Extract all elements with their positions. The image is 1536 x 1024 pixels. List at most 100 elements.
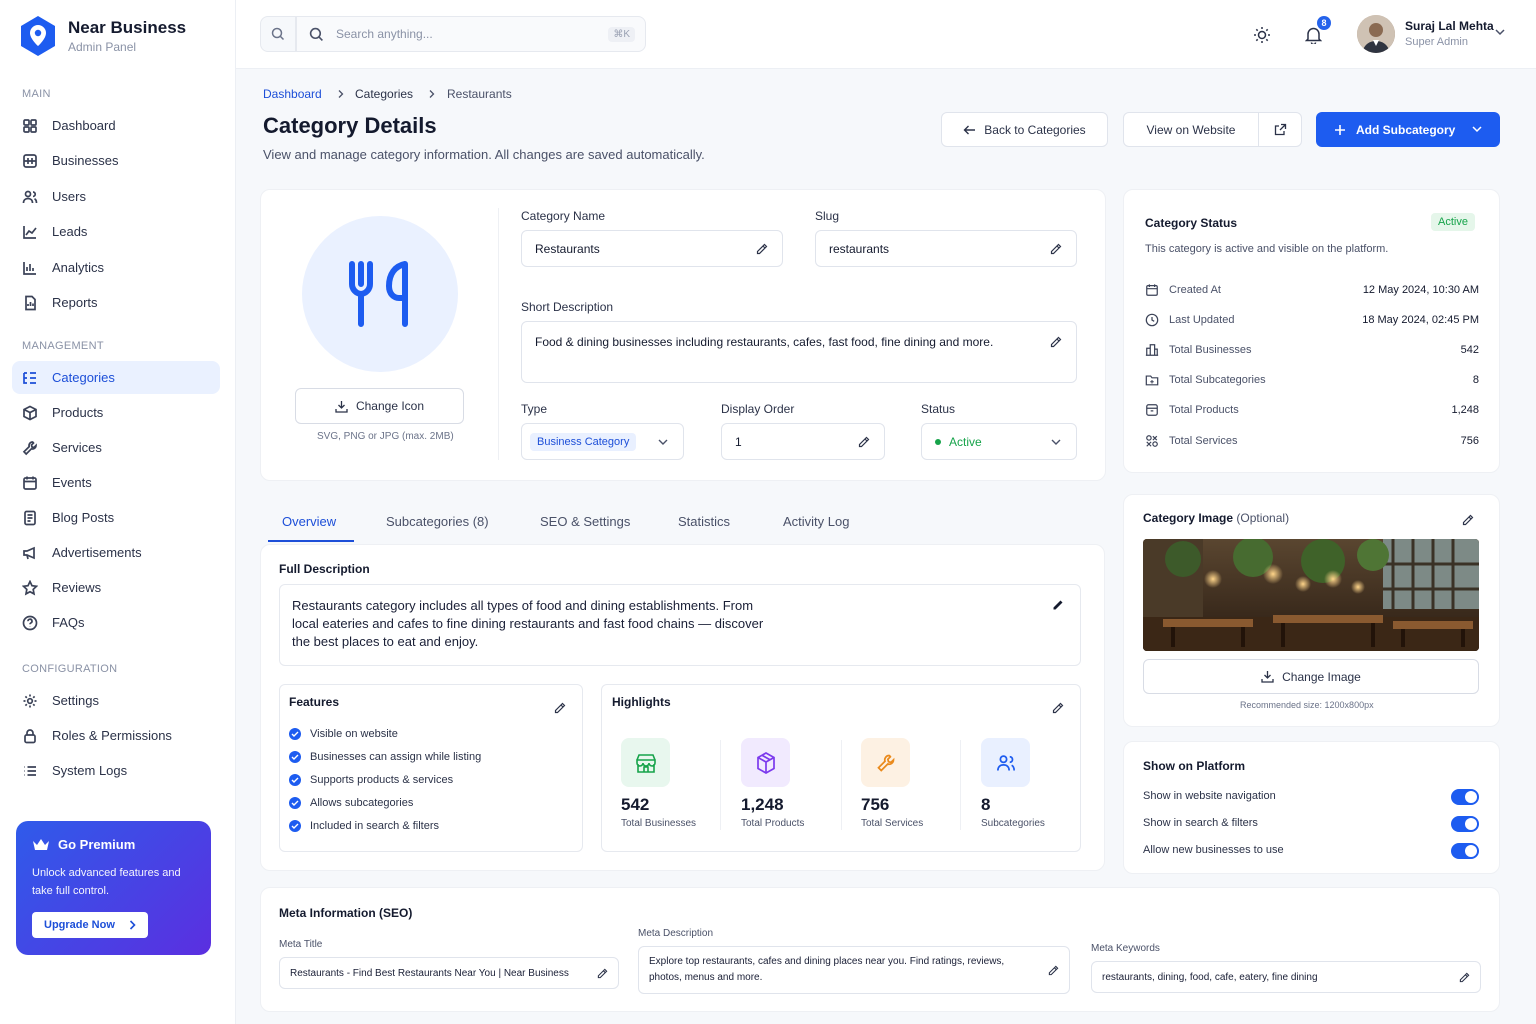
toggle-label: Allow new businesses to use <box>1143 844 1284 856</box>
highlight-value: 756 <box>861 795 890 814</box>
sidebar-item-reviews[interactable]: Reviews <box>12 571 220 604</box>
pencil-icon[interactable] <box>1462 514 1474 526</box>
page-title: Category Details <box>263 113 437 138</box>
features-title: Features <box>289 695 340 709</box>
category-image-preview <box>1143 539 1479 651</box>
tab-activity-log[interactable]: Activity Log <box>783 514 849 529</box>
search-toggle-button[interactable] <box>260 16 296 52</box>
sidebar-item-system-logs[interactable]: System Logs <box>12 754 220 787</box>
chevron-right-icon <box>429 90 435 98</box>
box-icon <box>23 405 37 420</box>
stat-label: Last Updated <box>1169 314 1235 326</box>
brand[interactable]: Near Business Admin Panel <box>18 14 186 58</box>
tab-statistics[interactable]: Statistics <box>678 514 730 529</box>
back-to-categories-button[interactable]: Back to Categories <box>941 112 1108 147</box>
sidebar-item-categories[interactable]: Categories <box>12 361 220 394</box>
category-name-field[interactable]: Restaurants <box>521 230 783 267</box>
pencil-icon[interactable] <box>858 436 870 448</box>
pencil-icon[interactable] <box>1052 599 1064 611</box>
highlight-label: Total Products <box>741 818 805 829</box>
pencil-icon[interactable] <box>1052 702 1064 714</box>
feature-label: Supports products & services <box>310 774 454 786</box>
change-image-button[interactable]: Change Image <box>1143 659 1479 694</box>
highlight-value: 542 <box>621 795 650 814</box>
meta-keywords-field[interactable]: restaurants, dining, food, cafe, eatery,… <box>1091 961 1481 993</box>
pencil-icon[interactable] <box>1459 972 1470 983</box>
category-image-title: Category Image (Optional) <box>1143 511 1289 525</box>
sidebar-item-businesses[interactable]: Businesses <box>12 144 220 177</box>
category-name-label: Category Name <box>521 209 606 223</box>
show-on-platform-title: Show on Platform <box>1143 759 1245 773</box>
slug-label: Slug <box>815 209 840 223</box>
avatar[interactable] <box>1357 15 1395 53</box>
chevron-down-icon[interactable] <box>1495 29 1505 36</box>
add-subcategory-button[interactable]: Add Subcategory <box>1316 112 1500 147</box>
search-input[interactable]: Search anything... ⌘K <box>296 16 646 52</box>
open-external-button[interactable] <box>1258 112 1302 147</box>
upgrade-now-button[interactable]: Upgrade Now <box>32 912 148 938</box>
help-icon <box>22 615 38 630</box>
status-label: Status <box>921 402 956 416</box>
short-description-field[interactable]: Food & dining businesses including resta… <box>521 321 1077 383</box>
toggle-website-navigation[interactable] <box>1451 789 1479 805</box>
sidebar-item-label: Analytics <box>52 260 105 275</box>
meta-description-field[interactable]: Explore top restaurants, cafes and dinin… <box>638 946 1070 994</box>
breadcrumb-dashboard[interactable]: Dashboard <box>263 87 322 101</box>
highlight-label: Subcategories <box>981 818 1045 829</box>
pencil-icon[interactable] <box>1050 243 1062 255</box>
feature-item: Visible on website <box>289 728 398 740</box>
sidebar-item-label: Products <box>52 405 104 420</box>
pencil-icon[interactable] <box>1048 965 1059 976</box>
meta-title-value: Restaurants - Find Best Restaurants Near… <box>290 967 569 979</box>
sidebar-item-label: Events <box>52 475 92 490</box>
pencil-icon[interactable] <box>597 968 608 979</box>
pencil-icon[interactable] <box>756 243 768 255</box>
toggle-search-filters[interactable] <box>1451 816 1479 832</box>
external-link-icon <box>1274 123 1286 136</box>
type-select[interactable]: Business Category <box>521 423 684 460</box>
tab-subcategories[interactable]: Subcategories (8) <box>386 514 489 529</box>
wrench-icon <box>22 440 37 455</box>
sidebar-item-analytics[interactable]: Analytics <box>12 251 220 284</box>
breadcrumb-categories[interactable]: Categories <box>355 87 413 101</box>
status-value: Active <box>949 434 982 449</box>
clock-icon <box>1145 313 1159 327</box>
sidebar-item-blog-posts[interactable]: Blog Posts <box>12 501 220 534</box>
sidebar-item-products[interactable]: Products <box>12 396 220 429</box>
sidebar-item-advertisements[interactable]: Advertisements <box>12 536 220 569</box>
sidebar-item-events[interactable]: Events <box>12 466 220 499</box>
chevron-down-icon[interactable] <box>1472 126 1482 133</box>
slug-value: restaurants <box>829 241 890 256</box>
megaphone-icon <box>23 546 35 559</box>
meta-title-field[interactable]: Restaurants - Find Best Restaurants Near… <box>279 957 619 989</box>
sidebar-item-dashboard[interactable]: Dashboard <box>12 109 220 142</box>
sidebar-item-leads[interactable]: Leads <box>12 215 220 248</box>
page-subtitle: View and manage category information. Al… <box>263 147 705 162</box>
sidebar-item-reports[interactable]: Reports <box>12 286 220 319</box>
display-order-field[interactable]: 1 <box>721 423 885 460</box>
sidebar-item-label: FAQs <box>52 615 85 630</box>
change-icon-button[interactable]: Change Icon <box>295 388 464 424</box>
pencil-icon[interactable] <box>554 702 566 714</box>
check-circle-icon <box>289 751 301 763</box>
sidebar-item-services[interactable]: Services <box>12 431 220 464</box>
sidebar-item-users[interactable]: Users <box>12 180 220 213</box>
list-icon <box>24 765 36 776</box>
theme-toggle-button[interactable] <box>1247 20 1277 50</box>
sidebar-item-faqs[interactable]: FAQs <box>12 606 220 639</box>
cube-icon <box>741 738 790 787</box>
sidebar-item-settings[interactable]: Settings <box>12 684 220 717</box>
lock-icon <box>24 728 36 743</box>
box-icon <box>1146 404 1158 416</box>
toggle-allow-new-businesses[interactable] <box>1451 843 1479 859</box>
download-icon <box>1261 671 1274 683</box>
status-select[interactable]: Active <box>921 423 1077 460</box>
pencil-icon[interactable] <box>1050 336 1062 348</box>
sidebar-item-roles-permissions[interactable]: Roles & Permissions <box>12 719 220 752</box>
check-circle-icon <box>289 728 301 740</box>
slug-field[interactable]: restaurants <box>815 230 1077 267</box>
full-description-field[interactable]: Restaurants category includes all types … <box>279 584 1081 666</box>
tab-seo-settings[interactable]: SEO & Settings <box>540 514 630 529</box>
tab-overview[interactable]: Overview <box>282 514 336 529</box>
view-on-website-button[interactable]: View on Website <box>1123 112 1259 147</box>
